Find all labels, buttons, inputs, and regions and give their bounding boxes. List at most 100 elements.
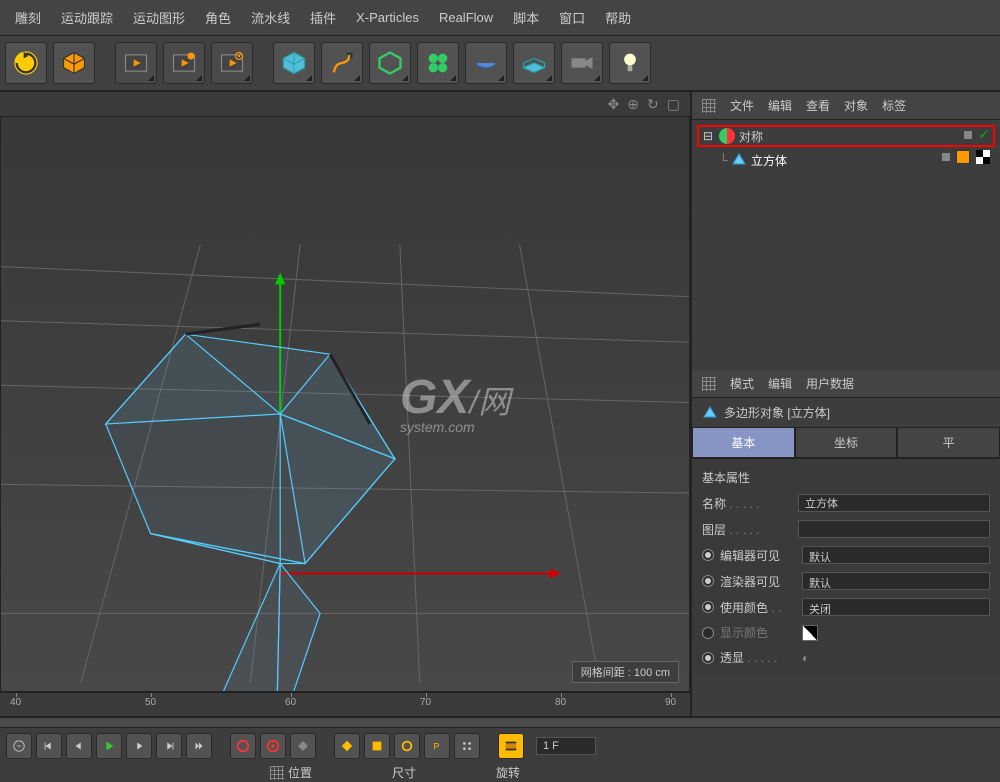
row-name: 名称 . . . . . <box>702 490 990 516</box>
generator-button[interactable] <box>369 42 411 84</box>
enable-check-icon[interactable]: ✓ <box>978 126 990 143</box>
obj-menu-edit[interactable]: 编辑 <box>768 97 792 114</box>
section-basic-props: 基本属性 <box>702 465 990 490</box>
attr-menu-userdata[interactable]: 用户数据 <box>806 375 854 392</box>
row-layer: 图层 . . . . . <box>702 516 990 542</box>
row-editor-vis: 编辑器可见 默认 <box>702 542 990 568</box>
row-use-color: 使用颜色 . . 关闭 <box>702 594 990 620</box>
prev-key-button[interactable] <box>36 733 62 759</box>
render-settings-button[interactable] <box>211 42 253 84</box>
panel-menu-icon[interactable] <box>702 99 716 113</box>
editor-vis-radio[interactable] <box>702 549 714 561</box>
tab-basic[interactable]: 基本 <box>692 427 795 458</box>
tab-other[interactable]: 平 <box>897 427 1000 458</box>
keyframe-button[interactable] <box>290 733 316 759</box>
tree-item-cube[interactable]: └ 立方体 <box>697 149 995 171</box>
checker-tag-icon[interactable] <box>976 150 990 164</box>
next-key-button[interactable] <box>156 733 182 759</box>
key-rotate-button[interactable] <box>394 733 420 759</box>
panel-menu-icon[interactable] <box>702 377 716 391</box>
menu-pipeline[interactable]: 流水线 <box>241 8 300 27</box>
key-scale-button[interactable] <box>364 733 390 759</box>
menu-sculpt[interactable]: 雕刻 <box>5 8 51 27</box>
editor-vis-select[interactable]: 默认 <box>802 546 990 564</box>
use-color-select[interactable]: 关闭 <box>802 598 990 616</box>
cube-button[interactable] <box>53 42 95 84</box>
menu-plugins[interactable]: 插件 <box>300 8 346 27</box>
render-button[interactable] <box>115 42 157 84</box>
key-move-button[interactable] <box>334 733 360 759</box>
record-button[interactable] <box>230 733 256 759</box>
render-vis-radio[interactable] <box>702 575 714 587</box>
vis-dot-icon[interactable] <box>964 131 972 139</box>
frame-display[interactable]: 1 F <box>536 737 596 755</box>
menu-realflow[interactable]: RealFlow <box>429 10 503 25</box>
timeline-ruler[interactable]: 40 50 60 70 80 90 <box>0 692 690 716</box>
expand-icon[interactable]: ⊟ <box>703 129 715 143</box>
color-swatch[interactable] <box>802 625 818 641</box>
polygon-icon <box>702 405 718 421</box>
render-region-button[interactable] <box>163 42 205 84</box>
floor-button[interactable] <box>513 42 555 84</box>
main-toolbar <box>0 36 1000 92</box>
attr-object-title: 多边形对象 [立方体] <box>692 398 1000 427</box>
menu-xparticles[interactable]: X-Particles <box>346 10 429 25</box>
timeline-bar: P 1 F 位置 尺寸 旋转 <box>0 716 1000 782</box>
light-button[interactable] <box>609 42 651 84</box>
cube-primitive-button[interactable] <box>273 42 315 84</box>
use-color-radio[interactable] <box>702 601 714 613</box>
object-tree[interactable]: ⊟ 对称 ✓ └ 立方体 <box>692 120 1000 370</box>
menu-mograph[interactable]: 运动图形 <box>123 8 195 27</box>
tree-item-symmetry[interactable]: ⊟ 对称 ✓ <box>697 125 995 147</box>
transp-radio[interactable] <box>702 652 714 664</box>
zoom-camera-icon[interactable]: ⊕ <box>627 96 639 113</box>
rotate-camera-icon[interactable]: ↻ <box>647 96 659 113</box>
array-button[interactable] <box>417 42 459 84</box>
undo-button[interactable] <box>5 42 47 84</box>
viewport-perspective[interactable]: 网格间距 : 100 cm <box>0 116 690 692</box>
play-button[interactable] <box>96 733 122 759</box>
viewport-controls: ✥ ⊕ ↻ ▢ <box>0 92 690 116</box>
menu-character[interactable]: 角色 <box>195 8 241 27</box>
autokey-button[interactable] <box>260 733 286 759</box>
key-pla-button[interactable] <box>454 733 480 759</box>
grid-spacing-label: 网格间距 : 100 cm <box>572 661 679 683</box>
coord-rotation-label: 旋转 <box>496 764 520 781</box>
attr-menu-mode[interactable]: 模式 <box>730 375 754 392</box>
render-vis-select[interactable]: 默认 <box>802 572 990 590</box>
spline-button[interactable] <box>321 42 363 84</box>
film-button[interactable] <box>498 733 524 759</box>
attr-menu-edit[interactable]: 编辑 <box>768 375 792 392</box>
goto-end-button[interactable] <box>186 733 212 759</box>
coord-position-label: 位置 <box>270 764 312 781</box>
key-param-button[interactable]: P <box>424 733 450 759</box>
goto-start-button[interactable] <box>6 733 32 759</box>
disp-color-radio[interactable] <box>702 627 714 639</box>
tag-icon[interactable] <box>956 150 970 164</box>
menu-window[interactable]: 窗口 <box>549 8 595 27</box>
menu-script[interactable]: 脚本 <box>503 8 549 27</box>
obj-menu-object[interactable]: 对象 <box>844 97 868 114</box>
vis-dot-icon[interactable] <box>942 153 950 161</box>
transp-toggle-icon[interactable]: ◐ <box>802 651 809 665</box>
timeline-track[interactable] <box>0 718 1000 728</box>
tab-coord[interactable]: 坐标 <box>795 427 898 458</box>
maximize-icon[interactable]: ▢ <box>667 96 680 113</box>
next-frame-button[interactable] <box>126 733 152 759</box>
tree-branch-icon: └ <box>719 153 731 167</box>
camera-button[interactable] <box>561 42 603 84</box>
menu-help[interactable]: 帮助 <box>595 8 641 27</box>
deformer-button[interactable] <box>465 42 507 84</box>
symmetry-icon <box>719 128 735 144</box>
row-render-vis: 渲染器可见 默认 <box>702 568 990 594</box>
menu-motion-track[interactable]: 运动跟踪 <box>51 8 123 27</box>
menu-bar: 雕刻 运动跟踪 运动图形 角色 流水线 插件 X-Particles RealF… <box>0 0 1000 36</box>
layer-input[interactable] <box>798 520 990 538</box>
name-input[interactable] <box>798 494 990 512</box>
move-camera-icon[interactable]: ✥ <box>608 96 620 113</box>
obj-menu-file[interactable]: 文件 <box>730 97 754 114</box>
obj-menu-tags[interactable]: 标签 <box>882 97 906 114</box>
prev-frame-button[interactable] <box>66 733 92 759</box>
obj-menu-view[interactable]: 查看 <box>806 97 830 114</box>
attr-tabs: 基本 坐标 平 <box>692 427 1000 459</box>
